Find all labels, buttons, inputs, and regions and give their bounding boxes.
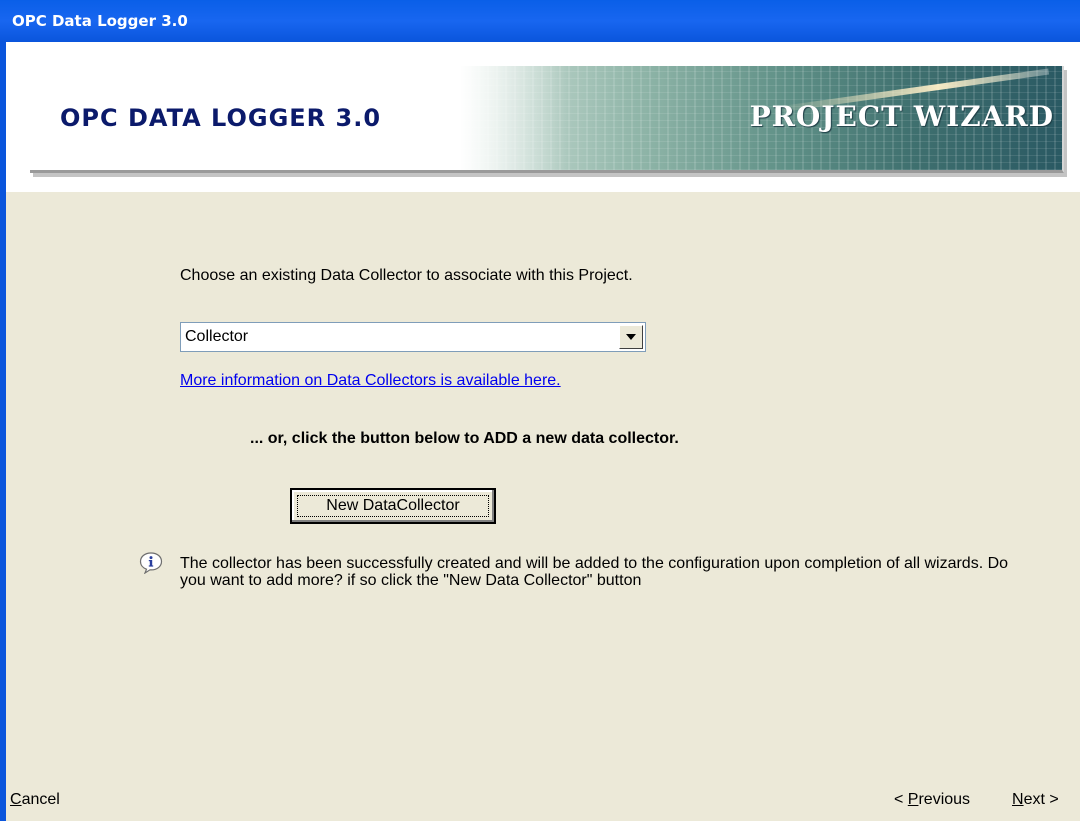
wizard-footer: Cancel < Previous Next > (6, 778, 1080, 821)
previous-button[interactable]: < Previous (894, 791, 970, 809)
cancel-label: ancel (21, 791, 60, 808)
collector-prompt: Choose an existing Data Collector to ass… (180, 267, 633, 284)
info-speech-bubble-icon (139, 552, 163, 574)
previous-accelerator: P (907, 791, 919, 808)
wizard-client-area: OPC DATA LOGGER 3.0 PROJECT WIZARD Choos… (6, 42, 1080, 821)
chevron-down-icon (626, 334, 636, 340)
next-accelerator: N (1012, 791, 1024, 808)
collector-select-value: Collector (185, 328, 249, 345)
header-banner: OPC DATA LOGGER 3.0 PROJECT WIZARD (30, 66, 1064, 173)
window-title: OPC Data Logger 3.0 (0, 0, 1080, 42)
new-data-collector-button[interactable]: New DataCollector (290, 488, 496, 524)
next-label: ext > (1023, 791, 1059, 808)
previous-label: revious (918, 791, 971, 808)
add-collector-hint: ... or, click the button below to ADD a … (250, 430, 679, 447)
collector-select[interactable]: Collector (180, 322, 646, 352)
info-message: The collector has been successfully crea… (180, 555, 1009, 589)
next-button[interactable]: Next > (1012, 791, 1059, 809)
dropdown-button[interactable] (619, 325, 643, 349)
wizard-window: OPC Data Logger 3.0 OPC DATA LOGGER 3.0 … (0, 0, 1080, 821)
cancel-accelerator: C (10, 791, 22, 808)
collector-info-link[interactable]: More information on Data Collectors is a… (180, 372, 561, 390)
cancel-button[interactable]: Cancel (10, 791, 60, 809)
new-data-collector-label: New DataCollector (326, 497, 460, 514)
banner-subtitle: PROJECT WIZARD (749, 100, 1054, 133)
previous-prefix: < (894, 791, 908, 808)
header-area: OPC DATA LOGGER 3.0 PROJECT WIZARD (6, 42, 1080, 192)
banner-title: OPC DATA LOGGER 3.0 (60, 104, 382, 132)
